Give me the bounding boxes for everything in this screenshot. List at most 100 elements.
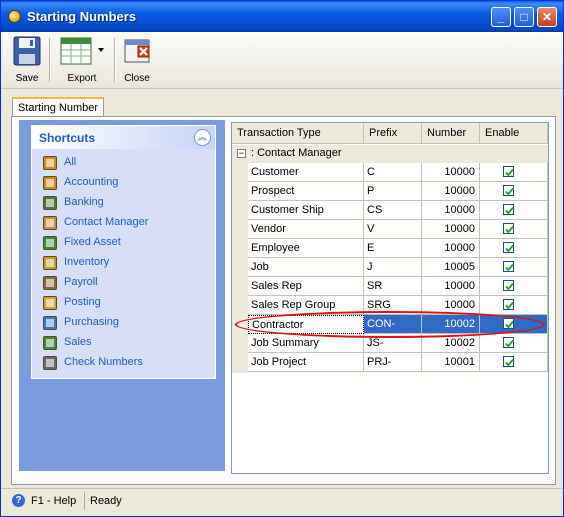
ledger-icon xyxy=(42,175,58,191)
cell-enable[interactable] xyxy=(480,182,548,201)
cell-transaction-type[interactable]: Customer xyxy=(248,163,364,182)
enable-checkbox[interactable] xyxy=(503,166,514,177)
cell-prefix[interactable]: P xyxy=(364,182,422,201)
enable-checkbox[interactable] xyxy=(503,280,514,291)
shortcut-item[interactable]: Sales xyxy=(40,334,210,352)
enable-checkbox[interactable] xyxy=(503,318,514,329)
enable-checkbox[interactable] xyxy=(503,261,514,272)
cell-number[interactable]: 10002 xyxy=(422,334,480,353)
cell-enable[interactable] xyxy=(480,201,548,220)
table-row[interactable]: Employee E 10000 xyxy=(248,239,548,258)
shortcut-item[interactable]: Purchasing xyxy=(40,314,210,332)
cell-enable[interactable] xyxy=(480,258,548,277)
cell-enable[interactable] xyxy=(480,334,548,353)
cell-number[interactable]: 10001 xyxy=(422,353,480,372)
cell-number[interactable]: 10000 xyxy=(422,182,480,201)
title-bar[interactable]: Starting Numbers _ □ ✕ xyxy=(1,1,563,32)
cell-number[interactable]: 10002 xyxy=(422,315,480,334)
cell-prefix[interactable]: C xyxy=(364,163,422,182)
shortcut-item[interactable]: Banking xyxy=(40,194,210,212)
collapse-minus-icon[interactable]: − xyxy=(237,149,246,158)
cell-number[interactable]: 10000 xyxy=(422,296,480,315)
cell-prefix[interactable]: CON- xyxy=(364,315,422,334)
shortcut-item[interactable]: All xyxy=(40,154,210,172)
collapse-chevron-icon[interactable]: ︽ xyxy=(194,129,211,146)
cell-prefix[interactable]: CS xyxy=(364,201,422,220)
table-row[interactable]: Prospect P 10000 xyxy=(248,182,548,201)
table-row[interactable]: Contractor CON- 10002 xyxy=(248,315,548,334)
shortcut-item[interactable]: Check Numbers xyxy=(40,354,210,372)
shortcuts-panel: Shortcuts ︽ All Accounting Banking Contact … xyxy=(31,125,216,379)
help-hint[interactable]: F1 - Help xyxy=(31,495,76,507)
minimize-button[interactable]: _ xyxy=(491,7,511,27)
export-button[interactable]: Export xyxy=(56,35,108,84)
close-button[interactable]: Close xyxy=(119,35,155,84)
cell-prefix[interactable]: SR xyxy=(364,277,422,296)
cell-transaction-type[interactable]: Job xyxy=(248,258,364,277)
tab-starting-number[interactable]: Starting Number xyxy=(12,97,104,117)
cell-number[interactable]: 10005 xyxy=(422,258,480,277)
cell-transaction-type[interactable]: Employee xyxy=(248,239,364,258)
cell-enable[interactable] xyxy=(480,239,548,258)
shortcut-item[interactable]: Posting xyxy=(40,294,210,312)
enable-checkbox[interactable] xyxy=(503,356,514,367)
cell-enable[interactable] xyxy=(480,296,548,315)
cell-number[interactable]: 10000 xyxy=(422,239,480,258)
table-row[interactable]: Vendor V 10000 xyxy=(248,220,548,239)
cell-number[interactable]: 10000 xyxy=(422,163,480,182)
shortcut-item[interactable]: Fixed Asset xyxy=(40,234,210,252)
cell-prefix[interactable]: V xyxy=(364,220,422,239)
cell-prefix[interactable]: PRJ- xyxy=(364,353,422,372)
close-document-icon xyxy=(124,39,150,63)
maximize-button[interactable]: □ xyxy=(514,7,534,27)
table-row[interactable]: Customer C 10000 xyxy=(248,163,548,182)
cell-enable[interactable] xyxy=(480,353,548,372)
shortcut-item[interactable]: Contact Manager xyxy=(40,214,210,232)
cell-enable[interactable] xyxy=(480,315,548,334)
cell-number[interactable]: 10000 xyxy=(422,220,480,239)
header-transaction-type[interactable]: Transaction Type xyxy=(232,123,364,143)
cell-transaction-type[interactable]: Job Project xyxy=(248,353,364,372)
cell-prefix[interactable]: J xyxy=(364,258,422,277)
enable-checkbox[interactable] xyxy=(503,242,514,253)
shortcut-item[interactable]: Inventory xyxy=(40,254,210,272)
shortcut-item[interactable]: Accounting xyxy=(40,174,210,192)
cell-number[interactable]: 10000 xyxy=(422,201,480,220)
table-row[interactable]: Job J 10005 xyxy=(248,258,548,277)
enable-checkbox[interactable] xyxy=(503,204,514,215)
table-row[interactable]: Sales Rep Group SRG 10000 xyxy=(248,296,548,315)
cell-transaction-type[interactable]: Customer Ship xyxy=(248,201,364,220)
table-row[interactable]: Job Project PRJ- 10001 xyxy=(248,353,548,372)
cell-number[interactable]: 10000 xyxy=(422,277,480,296)
header-enable[interactable]: Enable xyxy=(480,123,548,143)
spreadsheet-export-icon xyxy=(60,37,104,65)
cell-transaction-type[interactable]: Prospect xyxy=(248,182,364,201)
cell-transaction-type[interactable]: Vendor xyxy=(248,220,364,239)
table-row[interactable]: Job Summary JS- 10002 xyxy=(248,334,548,353)
save-button[interactable]: Save xyxy=(9,35,45,84)
table-row[interactable]: Sales Rep SR 10000 xyxy=(248,277,548,296)
shortcuts-header[interactable]: Shortcuts ︽ xyxy=(32,126,215,149)
enable-checkbox[interactable] xyxy=(503,337,514,348)
cell-transaction-type[interactable]: Job Summary xyxy=(248,334,364,353)
group-row-contact-manager[interactable]: − : Contact Manager xyxy=(232,145,548,163)
cell-enable[interactable] xyxy=(480,277,548,296)
shortcut-item[interactable]: Payroll xyxy=(40,274,210,292)
enable-checkbox[interactable] xyxy=(503,185,514,196)
enable-checkbox[interactable] xyxy=(503,299,514,310)
cell-enable[interactable] xyxy=(480,163,548,182)
header-number[interactable]: Number xyxy=(422,123,480,143)
sales-icon xyxy=(42,335,58,351)
cell-prefix[interactable]: JS- xyxy=(364,334,422,353)
cell-transaction-type[interactable]: Sales Rep xyxy=(248,277,364,296)
grid-icon xyxy=(42,155,58,171)
cell-prefix[interactable]: E xyxy=(364,239,422,258)
cell-transaction-type[interactable]: Sales Rep Group xyxy=(248,296,364,315)
header-prefix[interactable]: Prefix xyxy=(364,123,422,143)
enable-checkbox[interactable] xyxy=(503,223,514,234)
close-window-button[interactable]: ✕ xyxy=(537,7,557,27)
cell-prefix[interactable]: SRG xyxy=(364,296,422,315)
cell-transaction-type[interactable]: Contractor xyxy=(248,315,364,334)
cell-enable[interactable] xyxy=(480,220,548,239)
table-row[interactable]: Customer Ship CS 10000 xyxy=(248,201,548,220)
